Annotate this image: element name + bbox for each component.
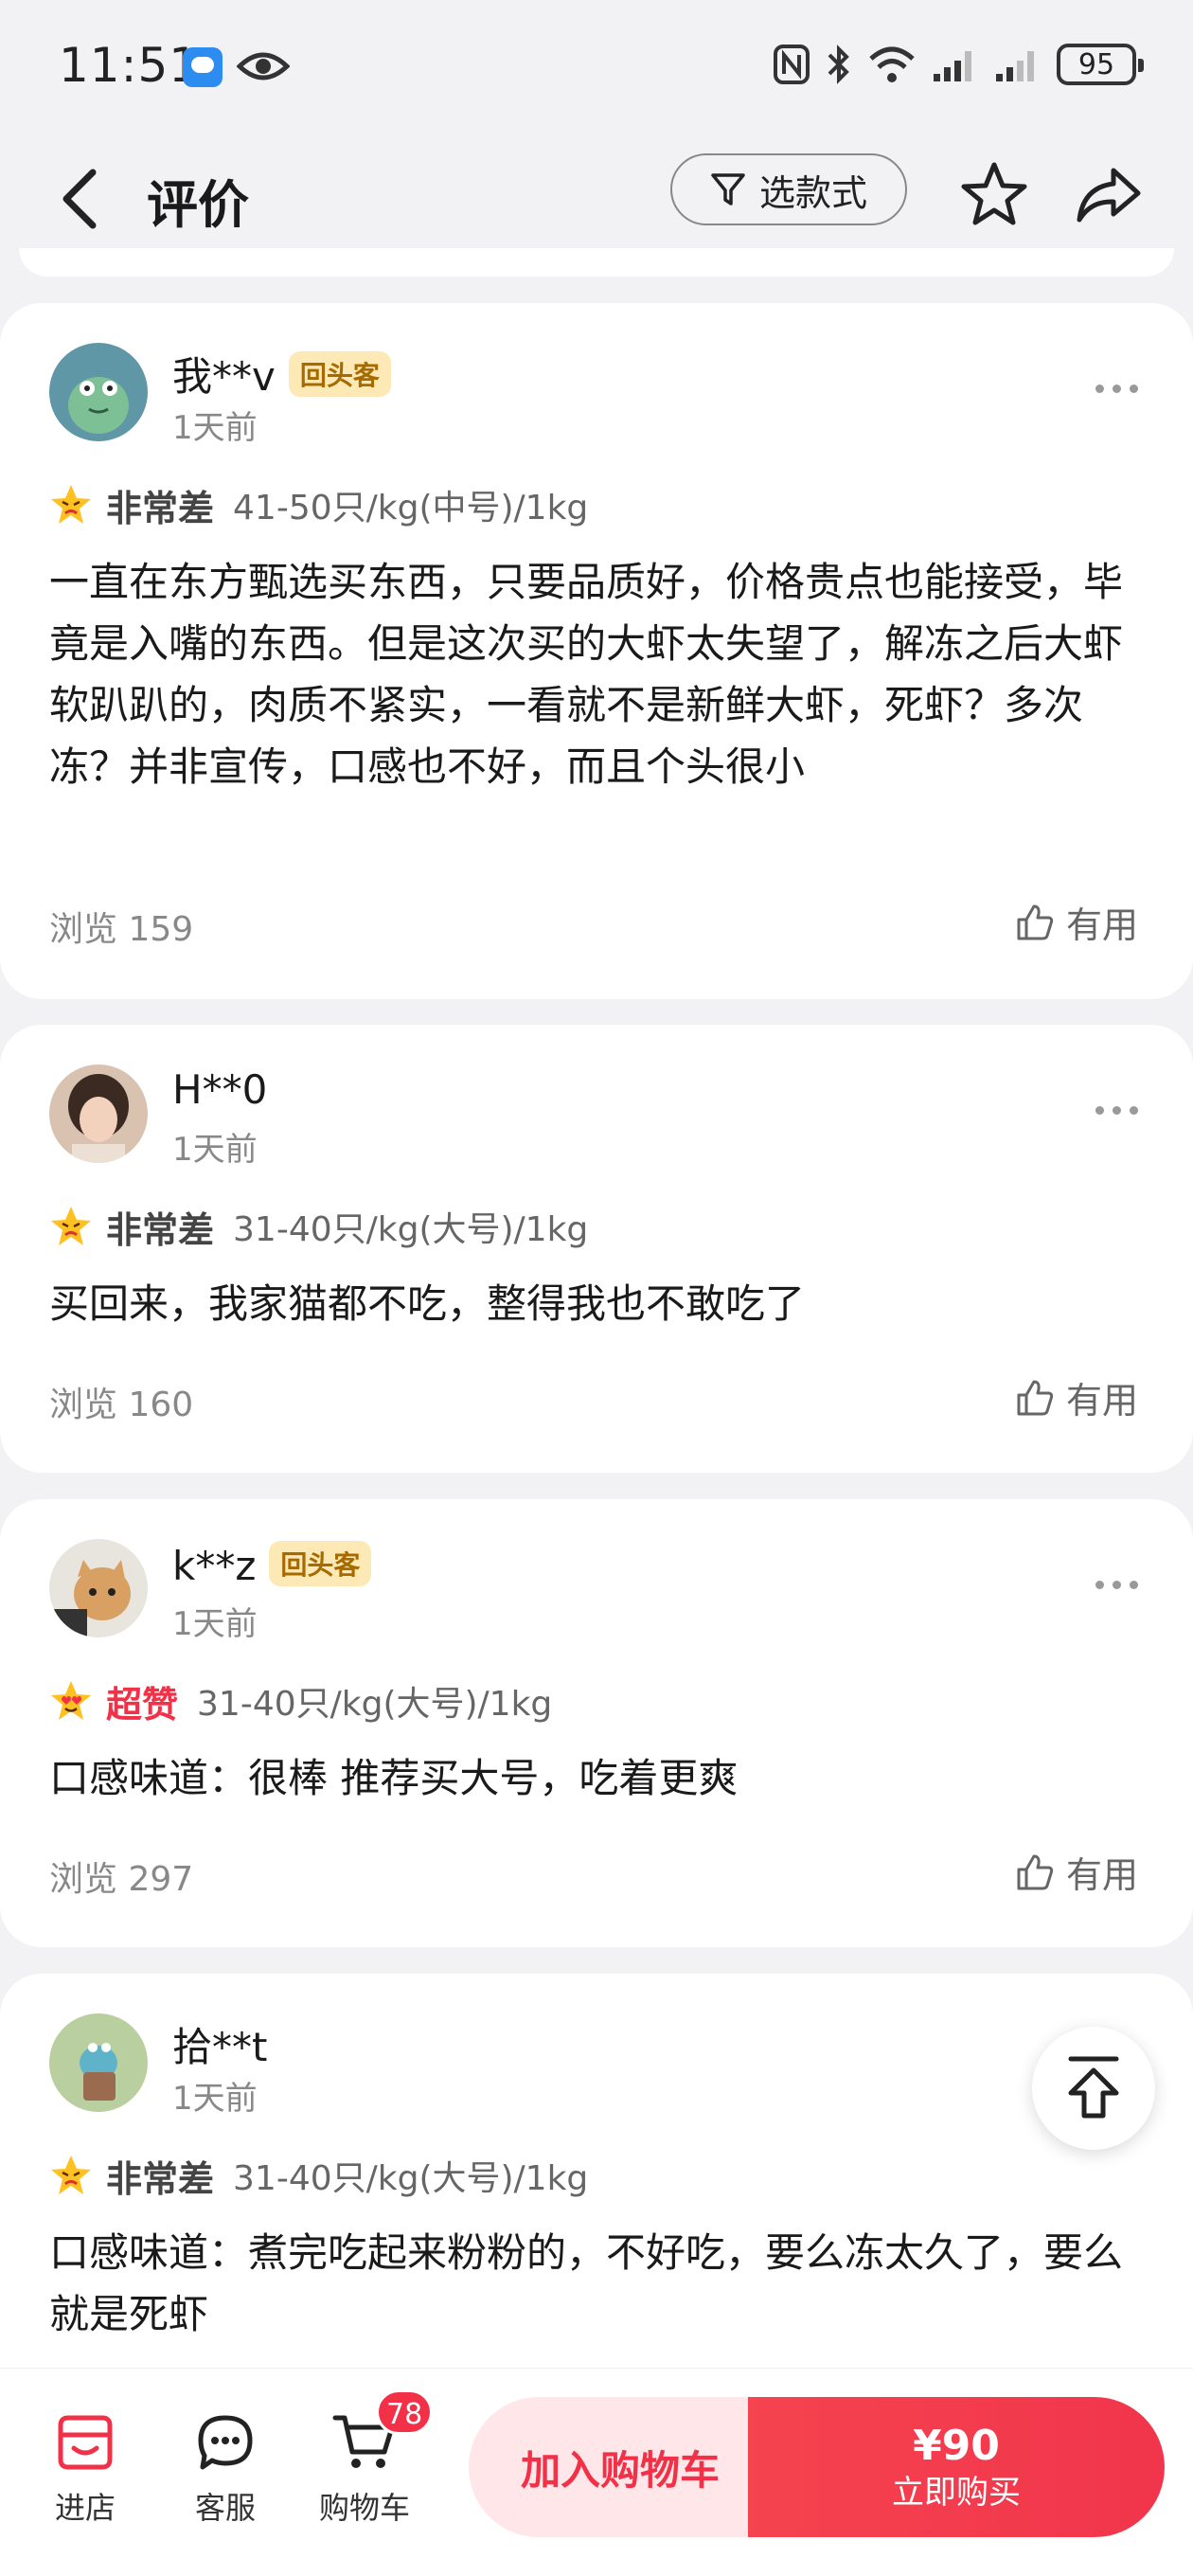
more-options-icon[interactable] bbox=[1095, 385, 1138, 393]
nfc-icon bbox=[774, 45, 810, 84]
cart-count-badge: 78 bbox=[376, 2389, 434, 2435]
review-time: 1天前 bbox=[172, 2080, 258, 2118]
helpful-label: 有用 bbox=[1065, 1380, 1138, 1422]
review-text: 口感味道：煮完吃起来粉粉的，不好吃，要么冻太久了，要么就是死虾 bbox=[49, 2229, 1124, 2337]
more-options-icon[interactable] bbox=[1095, 1581, 1138, 1589]
helpful-label: 有用 bbox=[1065, 1854, 1138, 1896]
status-icons: 95 bbox=[773, 44, 1144, 85]
rating-label: 非常差 bbox=[106, 1208, 215, 1251]
angry-star-emoji-icon bbox=[51, 1207, 91, 1245]
review-time: 1天前 bbox=[172, 1131, 258, 1169]
battery-indicator: 95 bbox=[1057, 44, 1144, 85]
review-card: k**z 回头客 1天前 超赞 31-40只/kg(大号)/1kg 口感味道：很棒… bbox=[0, 1499, 1193, 1947]
view-count: 浏览 160 bbox=[49, 1386, 194, 1424]
reviewer-name: 拾**t bbox=[172, 2015, 267, 2073]
more-options-icon[interactable] bbox=[1095, 1106, 1138, 1115]
avatar[interactable] bbox=[49, 343, 148, 441]
previous-review-card-edge bbox=[19, 248, 1174, 277]
signal-icon bbox=[996, 51, 1034, 81]
view-count: 浏览 159 bbox=[49, 910, 194, 949]
rating-line: 非常差 31-40只/kg(大号)/1kg bbox=[49, 2152, 589, 2200]
reviewer-name: k**z 回头客 bbox=[172, 1541, 372, 1589]
buy-now-button[interactable]: ¥90 立即购买 bbox=[748, 2397, 1165, 2537]
product-spec: 31-40只/kg(大号)/1kg bbox=[233, 1210, 589, 1249]
return-customer-badge: 回头客 bbox=[288, 351, 391, 397]
bottom-action-bar: 进店 客服 购物车 78 加入购物车 ¥90 立即购买 bbox=[0, 2368, 1193, 2576]
reviewer-name: 我**v 回头客 bbox=[172, 345, 391, 402]
view-count: 浏览 297 bbox=[49, 1860, 194, 1899]
review-text: 一直在东方甄选买东西，只要品质好，价格贵点也能接受，毕竟是入嘴的东西。但是这次买… bbox=[49, 559, 1124, 790]
bluetooth-icon bbox=[828, 45, 849, 84]
review-card: H**0 1天前 非常差 31-40只/kg(大号)/1kg 买回来，我家猫都不… bbox=[0, 1025, 1193, 1473]
avatar[interactable] bbox=[49, 2013, 148, 2112]
cart-label: 购物车 bbox=[318, 2490, 410, 2526]
rating-label: 非常差 bbox=[106, 2157, 215, 2200]
rating-line: 超赞 31-40只/kg(大号)/1kg bbox=[49, 1677, 553, 1726]
customer-service-button[interactable]: 客服 bbox=[169, 2406, 282, 2528]
helpful-button[interactable]: 有用 bbox=[1015, 896, 1138, 948]
rating-label: 非常差 bbox=[106, 487, 215, 529]
select-style-label: 选款式 bbox=[758, 171, 867, 214]
return-customer-badge: 回头客 bbox=[269, 1541, 372, 1586]
add-to-cart-button[interactable]: 加入购物车 bbox=[469, 2397, 772, 2537]
back-to-top-button[interactable] bbox=[1032, 2027, 1155, 2150]
rating-label: 超赞 bbox=[106, 1683, 179, 1726]
reviewer-name-text: k**z bbox=[172, 1543, 257, 1589]
reviewer-name: H**0 bbox=[172, 1066, 267, 1113]
review-time: 1天前 bbox=[172, 409, 258, 447]
thumbs-up-icon bbox=[1017, 1380, 1054, 1415]
reviewer-name-text: 我**v bbox=[172, 353, 276, 400]
reviewer-name-text: H**0 bbox=[172, 1066, 268, 1113]
product-spec: 31-40只/kg(大号)/1kg bbox=[197, 1685, 553, 1724]
eye-icon bbox=[237, 52, 290, 80]
angry-star-emoji-icon bbox=[51, 485, 91, 524]
page-title: 评价 bbox=[147, 175, 249, 235]
heart-eyes-star-emoji-icon bbox=[51, 1681, 91, 1720]
review-card: 我**v 回头客 1天前 非常差 41-50只/kg(中号)/1kg 一直在东方甄… bbox=[0, 303, 1193, 999]
chat-bubble-icon bbox=[198, 2415, 253, 2470]
helpful-button[interactable]: 有用 bbox=[1015, 1846, 1138, 1898]
star-favorite-icon[interactable] bbox=[956, 157, 1032, 233]
reviews-page: 11:51 95 评价 选款式 我**v 回头客 1天前 非常差 41-50只/… bbox=[0, 0, 1193, 2576]
page-header: 评价 选款式 bbox=[0, 133, 1193, 256]
arrow-up-icon bbox=[1068, 2056, 1119, 2119]
back-arrow-icon[interactable] bbox=[55, 161, 112, 237]
filter-icon bbox=[711, 173, 745, 206]
wifi-icon bbox=[869, 46, 915, 82]
review-text: 口感味道：很棒 推荐买大号，吃着更爽 bbox=[49, 1755, 739, 1801]
rating-line: 非常差 41-50只/kg(中号)/1kg bbox=[49, 481, 589, 529]
store-label: 进店 bbox=[54, 2490, 116, 2526]
customer-service-label: 客服 bbox=[194, 2490, 256, 2526]
reviewer-name-text: 拾**t bbox=[172, 2024, 268, 2070]
rating-line: 非常差 31-40只/kg(大号)/1kg bbox=[49, 1203, 589, 1251]
product-spec: 41-50只/kg(中号)/1kg bbox=[233, 489, 589, 528]
angry-star-emoji-icon bbox=[51, 2156, 91, 2194]
cart-button[interactable]: 购物车 78 bbox=[308, 2389, 434, 2528]
avatar[interactable] bbox=[49, 1539, 148, 1637]
store-icon bbox=[58, 2415, 113, 2470]
select-style-button[interactable]: 选款式 bbox=[670, 153, 907, 225]
buy-now-label: 立即购买 bbox=[892, 2474, 1021, 2512]
share-icon[interactable] bbox=[1070, 157, 1146, 233]
thumbs-up-icon bbox=[1017, 1854, 1054, 1889]
product-spec: 31-40只/kg(大号)/1kg bbox=[233, 2159, 589, 2198]
status-time: 11:51 bbox=[59, 38, 201, 93]
helpful-button[interactable]: 有用 bbox=[1015, 1371, 1138, 1423]
thumbs-up-icon bbox=[1017, 904, 1054, 939]
message-app-icon bbox=[183, 47, 223, 87]
helpful-label: 有用 bbox=[1065, 904, 1138, 946]
avatar[interactable] bbox=[49, 1064, 148, 1163]
review-time: 1天前 bbox=[172, 1605, 258, 1643]
store-button[interactable]: 进店 bbox=[28, 2406, 142, 2528]
status-bar: 11:51 95 bbox=[0, 0, 1193, 133]
signal-icon bbox=[934, 51, 971, 81]
review-text: 买回来，我家猫都不吃，整得我也不敢吃了 bbox=[49, 1280, 806, 1327]
buy-price: ¥90 bbox=[913, 2422, 1000, 2470]
